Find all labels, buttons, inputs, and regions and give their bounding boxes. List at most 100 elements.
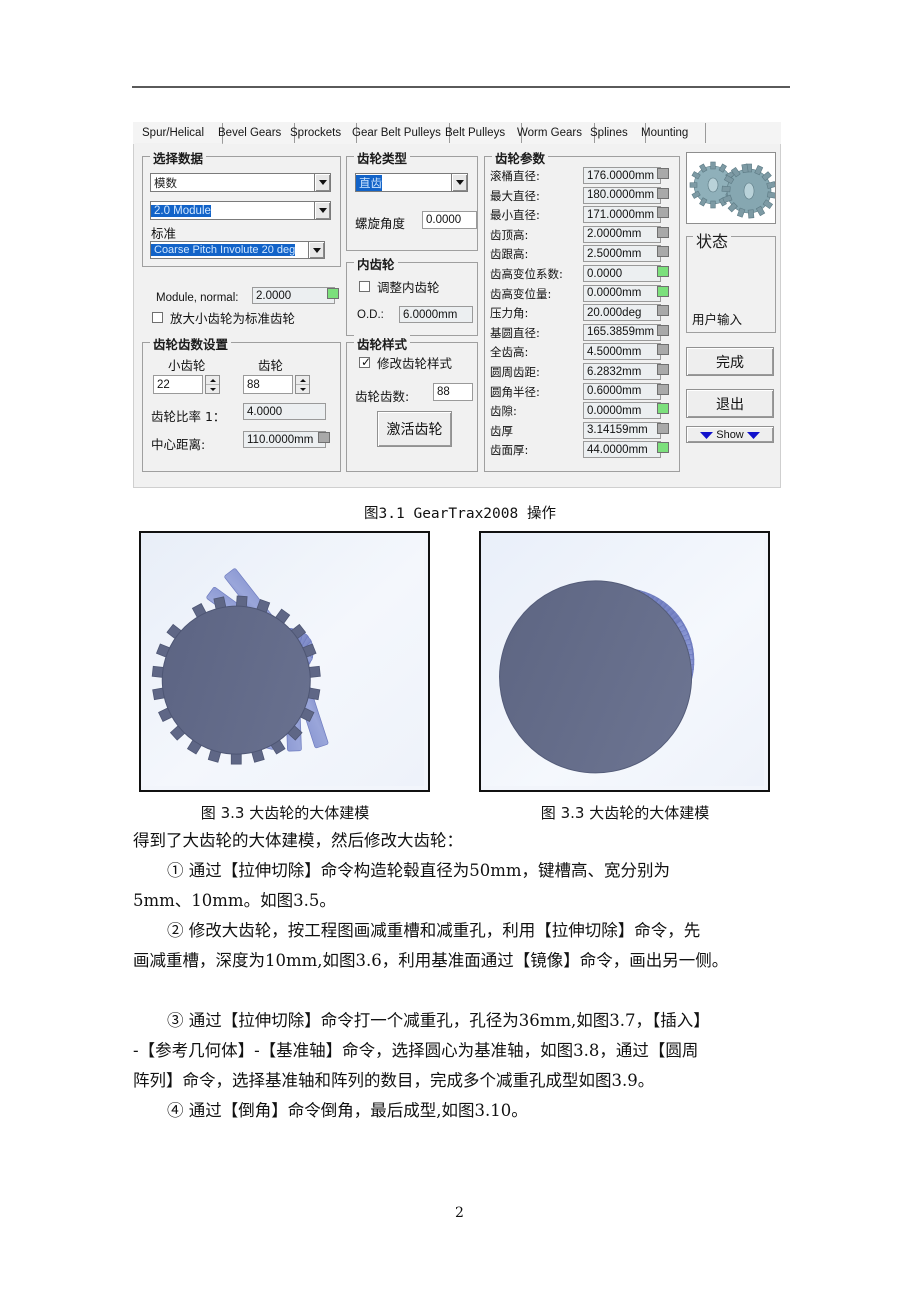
gear-param-swatch: [657, 207, 669, 219]
tab-spur-helical[interactable]: Spur/Helical: [135, 123, 223, 145]
gear-param-field[interactable]: 2.0000mm: [583, 225, 661, 243]
gear-param-label: 齿厚: [490, 423, 513, 438]
gear-param-field[interactable]: 165.3859mm: [583, 323, 661, 341]
gear-param-swatch: [657, 285, 669, 297]
tab-label: Spur/Helical: [142, 127, 204, 139]
gear-param-field[interactable]: 4.5000mm: [583, 343, 661, 361]
gear-param-field[interactable]: 176.0000mm: [583, 167, 661, 184]
gear-param-label: 压力角:: [490, 306, 529, 321]
gear-teeth-stepper[interactable]: [295, 375, 310, 394]
center-distance-field[interactable]: 110.0000mm: [243, 431, 326, 448]
check-icon: ✓: [361, 355, 372, 369]
pinion-teeth-stepper[interactable]: [205, 375, 220, 394]
gear-param-label: 齿高变位量:: [490, 286, 552, 301]
gear-param-swatch: [657, 442, 669, 454]
pinion-teeth-value: 22: [157, 378, 170, 391]
tab-label: Splines: [590, 127, 628, 139]
group-select-data: 选择数据 模数 2.0 Module 标准 Coarse Pitch Invol…: [142, 148, 341, 267]
tab-label: Mounting: [641, 127, 689, 139]
chevron-down-left-icon: [700, 431, 714, 439]
gear-param-field[interactable]: 6.2832mm: [583, 363, 661, 380]
gear-param-label: 齿顶高:: [490, 227, 529, 242]
adjust-internal-gear-checkbox[interactable]: [359, 281, 370, 292]
stepper-up-icon[interactable]: [206, 376, 219, 385]
gear-param-field[interactable]: 3.14159mm: [583, 421, 661, 439]
gear-type-combo[interactable]: 直齿: [355, 173, 468, 192]
modify-gear-style-checkbox[interactable]: ✓: [359, 355, 372, 369]
gear-param-field[interactable]: 20.000deg: [583, 304, 661, 322]
gear-param-field[interactable]: 171.0000mm: [583, 206, 661, 224]
chevron-down-icon[interactable]: [314, 174, 330, 191]
gear-param-field[interactable]: 0.0000mm: [583, 402, 661, 420]
gear-param-value: 3.14159mm: [587, 424, 648, 437]
stepper-down-icon[interactable]: [296, 385, 309, 393]
gear-style-teeth-value: 88: [437, 386, 450, 398]
exit-button[interactable]: 退出: [686, 389, 774, 418]
module-normal-value: 2.0000: [256, 289, 292, 302]
enlarge-pinion-checkbox[interactable]: [152, 312, 163, 323]
od-value: 6.0000mm: [403, 308, 458, 321]
chevron-down-icon[interactable]: [308, 242, 324, 258]
group-gear-style-title: 齿轮样式: [354, 334, 411, 353]
tab-label: Bevel Gears: [218, 127, 282, 139]
helix-angle-value: 0.0000: [426, 214, 462, 226]
gear-param-value: 2.5000mm: [587, 247, 642, 260]
gear-param-swatch: [657, 344, 669, 356]
gear-param-swatch: [657, 226, 669, 238]
tab-label: Worm Gears: [517, 127, 582, 139]
figure-gear-right: [479, 531, 770, 792]
finish-button[interactable]: 完成: [686, 347, 774, 376]
gear-param-value: 0.0000: [587, 267, 623, 280]
stepper-up-icon[interactable]: [296, 376, 309, 385]
tab-strip: Spur/Helical Bevel Gears Sprockets Gear …: [133, 122, 781, 145]
gear-param-field[interactable]: 44.0000mm: [583, 441, 661, 459]
gear-param-field[interactable]: 2.5000mm: [583, 245, 661, 263]
module-normal-field[interactable]: 2.0000: [252, 287, 335, 304]
gear-param-field[interactable]: 180.0000mm: [583, 186, 661, 204]
gear-param-field[interactable]: 0.0000mm: [583, 284, 661, 302]
module-combo-value: 2.0 Module: [151, 204, 211, 217]
module-normal-swatch: [327, 288, 339, 299]
od-field[interactable]: 6.0000mm: [399, 306, 473, 323]
gear-teeth-input[interactable]: 88: [243, 375, 293, 394]
gear-param-value: 165.3859mm: [587, 326, 655, 339]
gear-render-left-svg: [141, 533, 424, 786]
gear-param-label: 圆周齿距:: [490, 365, 540, 379]
gear-param-value: 44.0000mm: [587, 443, 648, 456]
standard-combo-value: Coarse Pitch Involute 20 deg: [151, 244, 296, 256]
gear-param-value: 0.0000mm: [587, 287, 642, 300]
gear-param-value: 4.5000mm: [587, 345, 642, 358]
ratio-field[interactable]: 4.0000: [243, 403, 326, 420]
data-type-combo[interactable]: 模数: [150, 173, 331, 192]
gear-param-value: 6.2832mm: [587, 365, 642, 378]
gear-param-value: 176.0000mm: [587, 169, 655, 182]
center-distance-label: 中心距离:: [151, 437, 206, 452]
show-button[interactable]: Show: [686, 426, 774, 443]
gear-param-field[interactable]: 0.6000mm: [583, 382, 661, 400]
figure-caption-main: 图3.1 GearTrax2008 操作: [364, 506, 556, 522]
chevron-down-icon[interactable]: [451, 174, 467, 191]
tab-label: Belt Pulleys: [445, 127, 506, 139]
gear-param-label: 齿面厚:: [490, 443, 529, 458]
show-label: Show: [716, 428, 744, 441]
tab-mounting[interactable]: Mounting: [634, 123, 706, 143]
activate-gear-button[interactable]: 激活齿轮: [377, 411, 452, 447]
helix-angle-field[interactable]: 0.0000: [422, 211, 477, 229]
chevron-down-icon[interactable]: [314, 202, 330, 219]
gear-param-value: 171.0000mm: [587, 208, 655, 221]
gear-param-label: 圆角半径:: [490, 384, 540, 399]
standard-combo[interactable]: Coarse Pitch Involute 20 deg: [150, 241, 325, 259]
stepper-down-icon[interactable]: [206, 385, 219, 393]
pinion-teeth-input[interactable]: 22: [153, 375, 203, 394]
gear-param-field[interactable]: 0.0000: [583, 265, 661, 282]
gear-param-value: 180.0000mm: [587, 189, 655, 202]
module-combo[interactable]: 2.0 Module: [150, 201, 331, 220]
header-rule: [132, 86, 790, 88]
pinion-label: 小齿轮: [168, 358, 206, 373]
paragraph-4: 画减重槽，深度为10mm,如图3.6，利用基准面通过【镜像】命令，画出另一侧。: [133, 951, 729, 970]
gear-param-swatch: [657, 364, 669, 375]
ratio-value: 4.0000: [247, 405, 283, 418]
tab-gear-belt-pulleys[interactable]: Gear Belt Pulleys: [345, 123, 450, 143]
gear-style-teeth-field[interactable]: 88: [433, 383, 473, 401]
dialog-body: 选择数据 模数 2.0 Module 标准 Coarse Pitch Invol…: [133, 144, 781, 488]
